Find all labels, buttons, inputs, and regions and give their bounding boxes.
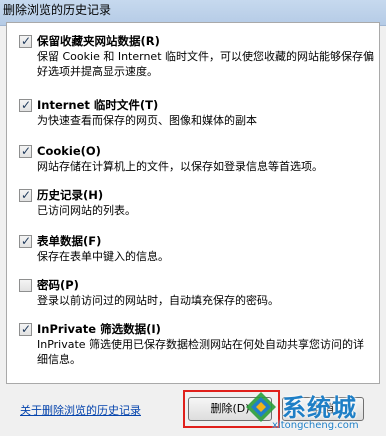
option-description: 已访问网站的列表。 (37, 204, 136, 217)
form-data-checkbox[interactable]: ✓ (19, 234, 32, 248)
cookies-checkbox[interactable]: ✓ (19, 144, 32, 158)
option-label: Internet 临时文件(T) (37, 98, 159, 112)
option-label: 表单数据(F) (37, 234, 102, 248)
temp-files-checkbox[interactable]: ✓ (19, 98, 32, 112)
option-label: Cookie(O) (37, 144, 101, 158)
preserve-favorites-checkbox[interactable]: ✓ (19, 34, 32, 48)
option-label: InPrivate 筛选数据(I) (37, 322, 161, 336)
option-description: 登录以前访问过的网站时，自动填充保存的密码。 (37, 294, 279, 307)
option-description: 保存在表单中键入的信息。 (37, 250, 169, 263)
delete-button[interactable]: 删除(D) (188, 397, 272, 421)
option-label: 历史记录(H) (37, 188, 104, 202)
cancel-button[interactable]: 取消 (282, 397, 364, 421)
passwords-checkbox[interactable] (19, 279, 32, 292)
watermark-url: xitongcheng.com (272, 420, 359, 431)
option-label: 密码(P) (37, 278, 79, 292)
about-delete-history-link[interactable]: 关于删除浏览的历史记录 (20, 402, 141, 418)
option-label: 保留收藏夹网站数据(R) (37, 34, 160, 48)
window-title: 删除浏览的历史记录 (3, 3, 112, 17)
option-description: InPrivate 筛选使用已保存数据检测网站在何处自动共享您访问的详细信息。 (37, 338, 365, 366)
options-panel: ✓ 保留收藏夹网站数据(R) 保留 Cookie 和 Internet 临时文件… (6, 22, 380, 384)
inprivate-filtering-checkbox[interactable]: ✓ (19, 322, 32, 336)
history-checkbox[interactable]: ✓ (19, 188, 32, 202)
option-description: 网站存储在计算机上的文件，以保存如登录信息等首选项。 (37, 160, 323, 173)
option-description: 为快速查看而保存的网页、图像和媒体的副本 (37, 114, 257, 127)
option-description: 保留 Cookie 和 Internet 临时文件，可以使您收藏的网站能够保存偏… (37, 50, 374, 78)
